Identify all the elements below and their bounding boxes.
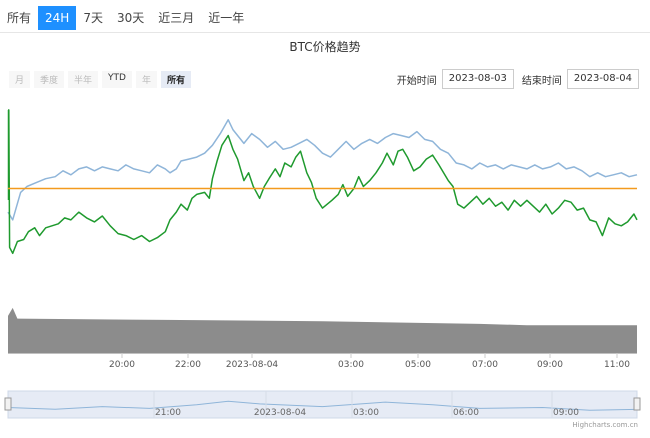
navigator-handle-right[interactable] [633,397,641,411]
x-tick-label-4: 05:00 [405,360,431,370]
series-line-0 [7,119,638,221]
nav-tick-label-0: 21:00 [155,408,181,418]
nav-tick-label-1: 2023-08-04 [254,408,307,418]
x-tick-label-5: 07:00 [472,360,498,370]
navigator-window [7,390,638,419]
nav-tick-label-3: 06:00 [453,408,479,418]
nav-tick-label-2: 03:00 [353,408,379,418]
series-line-1 [8,109,638,255]
nav-tick-label-4: 09:00 [553,408,579,418]
x-tick-label-2: 2023-08-04 [226,360,279,370]
x-tick-label-1: 22:00 [175,360,201,370]
highcharts-credit[interactable]: Highcharts.com.cn [572,421,638,429]
x-tick-label-6: 09:00 [537,360,563,370]
volume-area [8,307,637,353]
price-chart: 20:00 22:00 2023-08-04 03:00 05:00 07:00 09:00… [4,109,641,419]
x-tick-label-3: 03:00 [338,360,364,370]
navigator-handle-left[interactable] [4,397,12,411]
x-tick-label-7: 11:00 [604,360,630,370]
x-tick-label-0: 20:00 [109,360,135,370]
